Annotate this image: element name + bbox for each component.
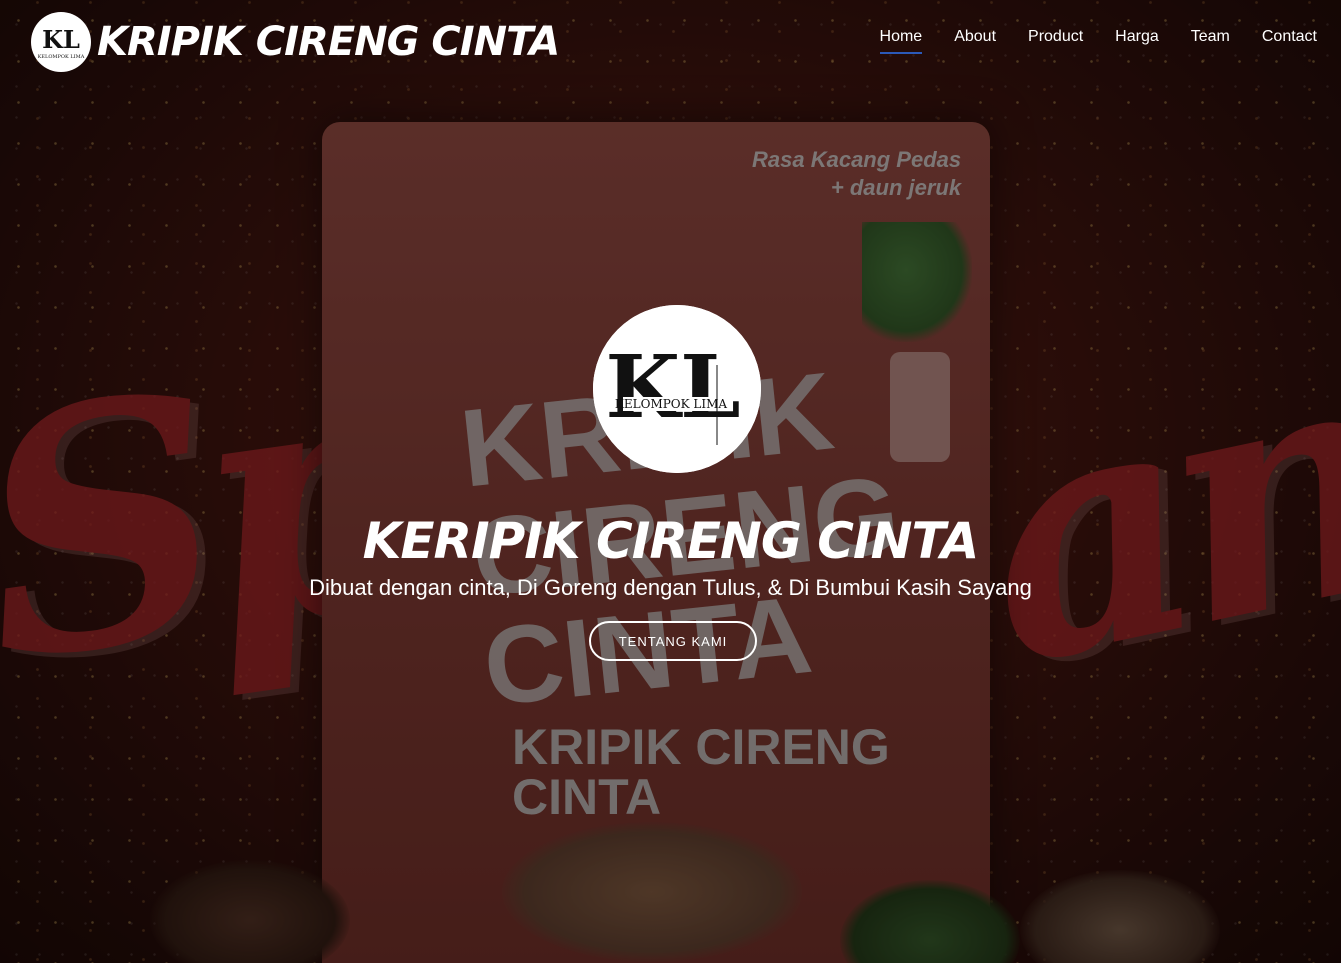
svg-text:KL: KL	[605, 337, 740, 438]
hero-title: KERIPIK CIRENG CINTA	[362, 511, 980, 570]
nav-contact[interactable]: Contact	[1262, 28, 1317, 54]
nav-team[interactable]: Team	[1191, 28, 1230, 54]
brand-link[interactable]: KL KELOMPOK LIMA KRIPIK CIRENG CINTA	[31, 12, 560, 72]
hero-logo: KL KELOMPOK LIMA	[593, 305, 761, 473]
brand-name: KRIPIK CIRENG CINTA	[97, 19, 560, 65]
nav-about[interactable]: About	[954, 28, 996, 54]
svg-text:KELOMPOK LIMA: KELOMPOK LIMA	[615, 397, 728, 411]
hero-section: Spci anut Rasa Kacang Pedas + daun jeruk…	[0, 0, 1341, 963]
nav-harga[interactable]: Harga	[1115, 28, 1159, 54]
kl-large-logo-icon: KL KELOMPOK LIMA	[593, 305, 761, 473]
nav-home[interactable]: Home	[879, 28, 922, 54]
nav-product[interactable]: Product	[1028, 28, 1083, 54]
main-nav: Home About Product Harga Team Contact	[879, 28, 1317, 54]
hero-subtitle: Dibuat dengan cinta, Di Goreng dengan Tu…	[309, 575, 1032, 600]
svg-text:KELOMPOK LIMA: KELOMPOK LIMA	[38, 54, 85, 60]
about-us-button[interactable]: TENTANG KAMI	[589, 621, 757, 661]
site-header: KL KELOMPOK LIMA KRIPIK CIRENG CINTA Hom…	[0, 0, 1341, 84]
brand-logo: KL KELOMPOK LIMA	[31, 12, 91, 72]
svg-text:KL: KL	[42, 25, 80, 54]
dark-overlay	[0, 0, 1341, 963]
kl-logo-icon: KL KELOMPOK LIMA	[32, 13, 90, 71]
